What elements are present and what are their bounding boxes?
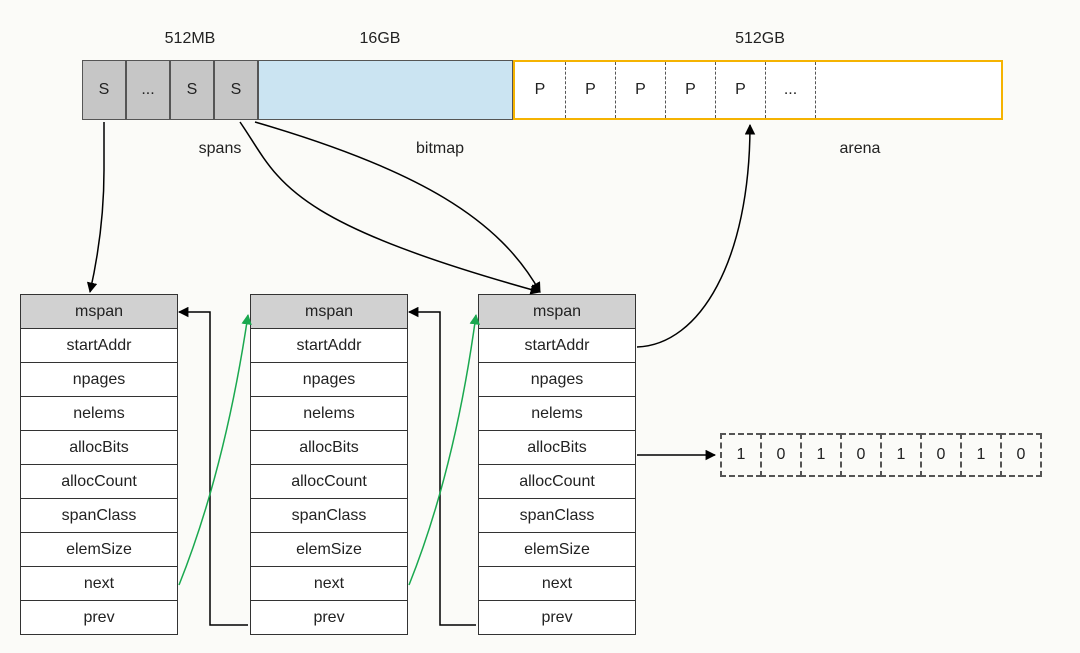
bit-cell: 0: [920, 433, 962, 477]
mspan-header: mspan: [478, 294, 636, 329]
span-cell: ...: [126, 60, 170, 120]
mspan-table-0: mspan startAddr npages nelems allocBits …: [20, 295, 178, 635]
arena-region: P P P P P ...: [513, 60, 1003, 120]
arena-cell: [815, 62, 1001, 118]
arena-cell: P: [615, 62, 665, 118]
bit-cell: 0: [760, 433, 802, 477]
mspan-row: allocBits: [250, 430, 408, 465]
mspan-row: startAddr: [250, 328, 408, 363]
mspan-row: npages: [478, 362, 636, 397]
size-label-arena: 512GB: [710, 30, 810, 48]
size-label-bitmap: 16GB: [330, 30, 430, 48]
mspan-row: spanClass: [20, 498, 178, 533]
bit-cell: 0: [1000, 433, 1042, 477]
mspan-row: startAddr: [20, 328, 178, 363]
mspan-row: elemSize: [20, 532, 178, 567]
mspan-row: nelems: [20, 396, 178, 431]
mspan-row: nelems: [478, 396, 636, 431]
mspan-row: next: [478, 566, 636, 601]
arena-cell: P: [565, 62, 615, 118]
mspan-row: allocBits: [478, 430, 636, 465]
bit-cell: 0: [840, 433, 882, 477]
mspan-row: allocCount: [250, 464, 408, 499]
mspan-row: startAddr: [478, 328, 636, 363]
arena-cell: P: [715, 62, 765, 118]
allocbits-array: 1 0 1 0 1 0 1 0: [720, 433, 1042, 477]
region-label-bitmap: bitmap: [400, 140, 480, 158]
mspan-row: npages: [20, 362, 178, 397]
mspan-row: prev: [250, 600, 408, 635]
mspan-row: next: [20, 566, 178, 601]
mspan-row: allocCount: [478, 464, 636, 499]
region-label-arena: arena: [820, 140, 900, 158]
mspan-row: npages: [250, 362, 408, 397]
mspan-table-2: mspan startAddr npages nelems allocBits …: [478, 295, 636, 635]
arena-cell: P: [665, 62, 715, 118]
span-cell: S: [214, 60, 258, 120]
mspan-row: prev: [20, 600, 178, 635]
region-label-spans: spans: [180, 140, 260, 158]
arena-cell: P: [515, 62, 565, 118]
bit-cell: 1: [880, 433, 922, 477]
bit-cell: 1: [720, 433, 762, 477]
mspan-row: nelems: [250, 396, 408, 431]
size-label-spans: 512MB: [140, 30, 240, 48]
bitmap-region: [258, 60, 513, 120]
mspan-row: next: [250, 566, 408, 601]
span-cell: S: [82, 60, 126, 120]
mspan-header: mspan: [250, 294, 408, 329]
mspan-row: prev: [478, 600, 636, 635]
span-cell: S: [170, 60, 214, 120]
mspan-table-1: mspan startAddr npages nelems allocBits …: [250, 295, 408, 635]
mspan-row: allocCount: [20, 464, 178, 499]
bit-cell: 1: [800, 433, 842, 477]
mspan-row: elemSize: [478, 532, 636, 567]
mspan-row: elemSize: [250, 532, 408, 567]
mspan-row: allocBits: [20, 430, 178, 465]
mspan-row: spanClass: [250, 498, 408, 533]
mspan-header: mspan: [20, 294, 178, 329]
arena-cell: ...: [765, 62, 815, 118]
mspan-row: spanClass: [478, 498, 636, 533]
bit-cell: 1: [960, 433, 1002, 477]
